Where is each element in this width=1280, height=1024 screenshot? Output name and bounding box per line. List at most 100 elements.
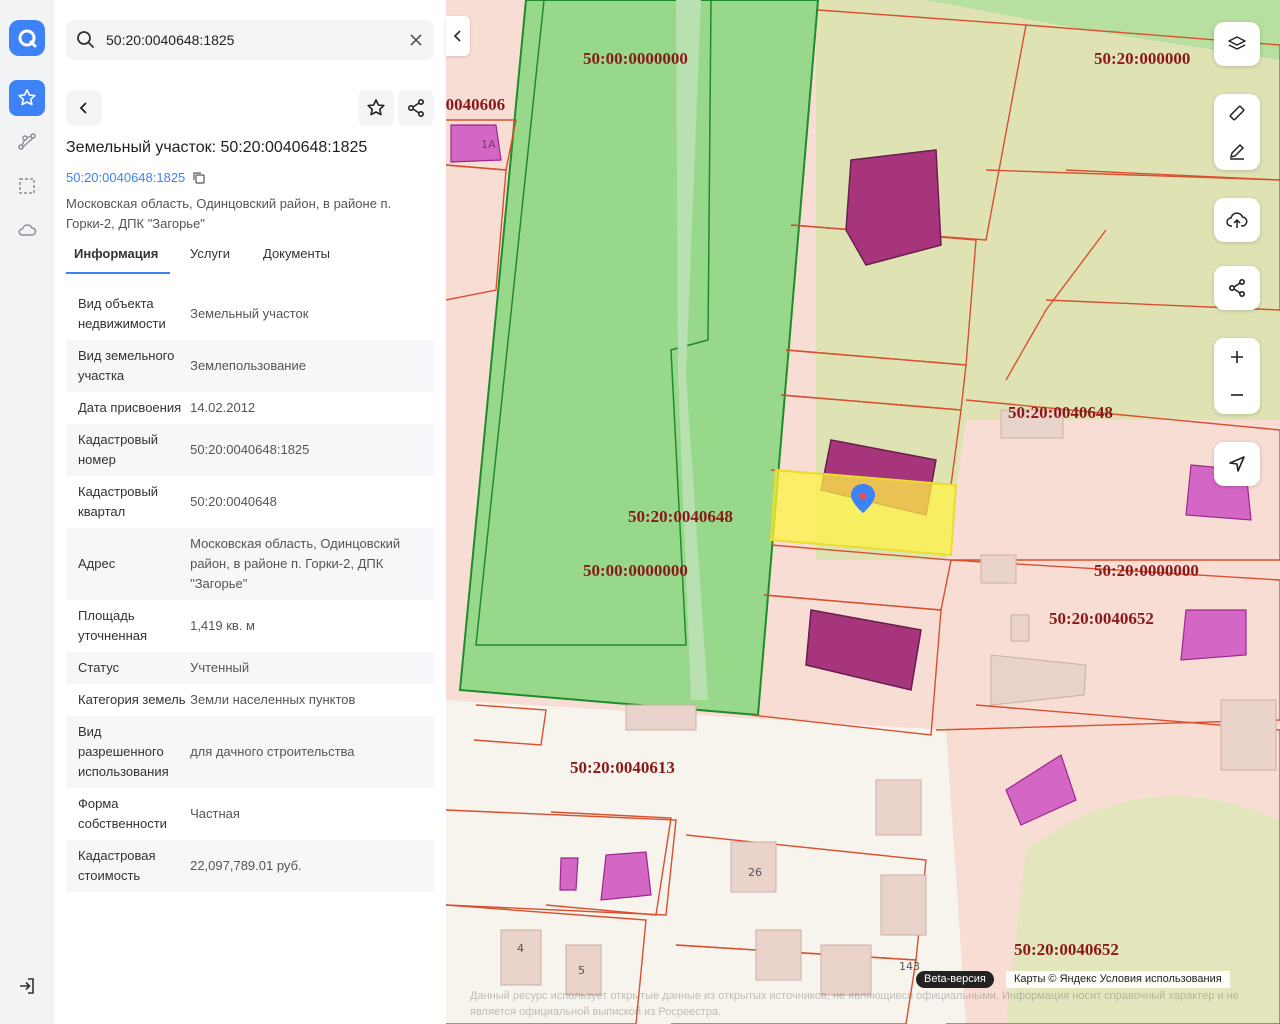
cadastral-map[interactable]: 50:00:0000000 50:20:000000 :0040606 50:2… (446, 0, 1280, 1024)
info-label: Кадастровый квартал (78, 484, 159, 519)
object-panel: 50:20:0040648:1825 Земельный участок: 50… (54, 0, 446, 1024)
info-row: Вид земельного участка Землепользование (66, 340, 434, 392)
info-row: Площадь уточненная 1,419 кв. м (66, 600, 434, 652)
map-label: 50:20:000000 (1094, 49, 1190, 68)
info-row: Кадастровая стоимость 22,097,789.01 руб. (66, 840, 434, 892)
map-label: 50:00:0000000 (583, 561, 688, 580)
info-row: Вид объекта недвижимости Земельный участо… (66, 288, 434, 340)
share-icon (407, 98, 425, 118)
chevron-left-icon (453, 30, 461, 42)
favorites-icon[interactable] (9, 80, 45, 116)
info-label: Вид объекта недвижимости (78, 296, 166, 331)
info-label: Кадастровый номер (78, 432, 159, 467)
house-number: 4 (517, 942, 524, 955)
beta-badge: Beta-версия (916, 971, 994, 988)
tab-info[interactable]: Информация (74, 246, 158, 261)
info-row: Адрес Московская область, Одинцовский рай… (66, 528, 434, 600)
info-value: Землепользование (190, 358, 306, 373)
info-value: для дачного строительства (190, 744, 355, 759)
logout-icon[interactable] (9, 968, 45, 1004)
clear-icon[interactable] (410, 34, 422, 46)
share-icon[interactable] (1214, 266, 1260, 310)
active-tab-indicator (66, 272, 170, 274)
tab-services[interactable]: Услуги (190, 246, 230, 261)
cloud-icon[interactable] (9, 212, 45, 248)
info-label: Статус (78, 660, 120, 675)
map-credit[interactable]: Карты © Яндекс Условия использования (1006, 971, 1230, 988)
object-title: Земельный участок: 50:20:0040648:1825 (66, 139, 368, 156)
selection-icon[interactable] (9, 168, 45, 204)
search-icon (77, 31, 94, 48)
info-label: Адрес (78, 556, 116, 571)
upload-control[interactable] (1214, 198, 1260, 242)
info-label: Площадь уточненная (78, 608, 148, 643)
house-number: 5 (578, 964, 585, 977)
geolocate-control[interactable] (1214, 442, 1260, 486)
info-value: 14.02.2012 (190, 400, 256, 415)
copy-icon[interactable] (193, 172, 205, 184)
info-value: Московская область, Одинцовский район, в… (190, 536, 401, 591)
search-box[interactable]: 50:20:0040648:1825 (66, 20, 434, 60)
info-row: Дата присвоения 14.02.2012 (66, 392, 434, 424)
left-rail (0, 0, 55, 1024)
map-label: 50:20:0040652 (1049, 609, 1154, 628)
info-label: Кадастровая стоимость (78, 848, 156, 883)
favorite-button[interactable] (358, 90, 394, 126)
info-row: Кадастровый номер 50:20:0040648:1825 (66, 424, 434, 476)
zoom-out-icon[interactable] (1214, 376, 1260, 414)
house-number: 1А (481, 138, 496, 151)
ruler-icon[interactable] (1214, 94, 1260, 132)
map-label: :0040606 (446, 95, 505, 114)
search-input[interactable]: 50:20:0040648:1825 (106, 32, 234, 48)
info-label: Категория земель (78, 692, 186, 707)
cloud-upload-icon[interactable] (1214, 198, 1260, 242)
chevron-left-icon (79, 102, 87, 114)
info-row: Кадастровый квартал 50:20:0040648 (66, 476, 434, 528)
cad-number-text[interactable]: 50:20:0040648:1825 (66, 170, 185, 185)
back-button[interactable] (66, 90, 102, 126)
info-value: Земли населенных пунктов (190, 692, 356, 707)
zoom-control (1214, 338, 1260, 414)
info-label: Вид земельного участка (78, 348, 175, 383)
layers-icon[interactable] (1214, 22, 1260, 66)
cad-number-link[interactable]: 50:20:0040648:1825 (66, 170, 205, 185)
info-row: Статус Учтенный (66, 652, 434, 684)
pin-dot (859, 492, 867, 500)
route-icon[interactable] (9, 124, 45, 160)
house-number: 26 (748, 866, 762, 879)
star-icon (367, 99, 385, 116)
map-label: 50:20:0040648 (628, 507, 733, 526)
info-value: Земельный участок (190, 306, 309, 321)
map-label: 50:00:0000000 (583, 49, 688, 68)
map-label: 50:20:0040613 (570, 758, 675, 777)
collapse-panel-button[interactable] (446, 16, 470, 56)
object-address: Московская область, Одинцовский район, в… (66, 196, 392, 231)
navigation-arrow-icon[interactable] (1214, 442, 1260, 486)
info-value: Частная (190, 806, 240, 821)
info-value: 50:20:0040648 (190, 494, 277, 509)
edit-icon[interactable] (1214, 132, 1260, 170)
map-label: 50:20:0040652 (1014, 940, 1119, 959)
info-row: Категория земель Земли населенных пунктов (66, 684, 434, 716)
measure-draw-control (1214, 94, 1260, 170)
map-share-control[interactable] (1214, 266, 1260, 310)
map-disclaimer: Данный ресурс использует открытые данные… (470, 990, 1239, 1018)
app-logo-icon[interactable] (9, 20, 45, 56)
share-button[interactable] (398, 90, 434, 126)
zoom-in-icon[interactable] (1214, 338, 1260, 376)
info-value: 22,097,789.01 руб. (190, 858, 302, 873)
info-row: Форма собственности Частная (66, 788, 434, 840)
info-label: Дата присвоения (78, 400, 182, 415)
layers-control[interactable] (1214, 22, 1260, 66)
house-number: 143 (899, 960, 920, 973)
info-label: Форма собственности (78, 796, 167, 831)
info-table: Вид объекта недвижимости Земельный участо… (66, 288, 434, 892)
map-view[interactable]: 50:00:0000000 50:20:000000 :0040606 50:2… (446, 0, 1280, 1024)
info-row: Вид разрешенного использования для дачног… (66, 716, 434, 788)
info-value: 1,419 кв. м (190, 618, 255, 633)
map-label: 50:20:0000000 (1094, 561, 1199, 580)
map-label: 50:20:0040648 (1008, 403, 1113, 422)
tab-documents[interactable]: Документы (263, 246, 330, 261)
info-value: 50:20:0040648:1825 (190, 442, 310, 457)
info-value: Учтенный (190, 660, 250, 675)
